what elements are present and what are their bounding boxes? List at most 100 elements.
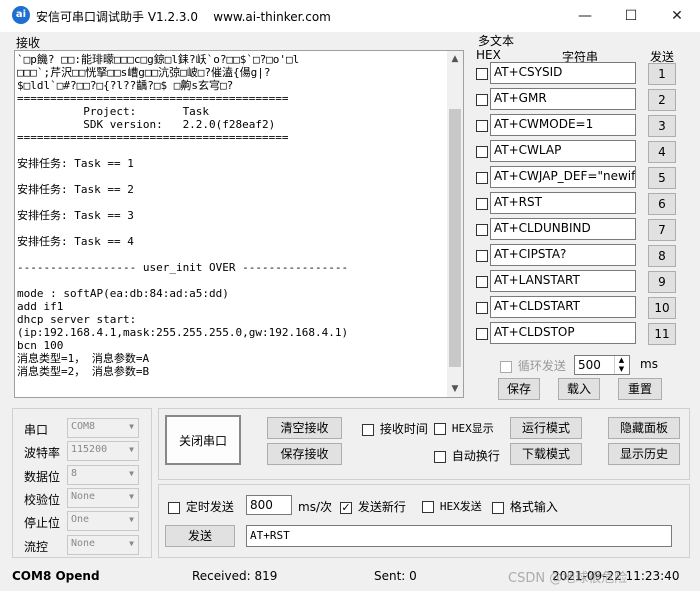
- sent-count: Sent: 0: [374, 569, 417, 583]
- save-button[interactable]: 保存: [498, 378, 540, 400]
- dropdown-arrow-icon: ▼: [129, 445, 134, 455]
- receive-textarea[interactable]: `□p饑? □□:能琲曚□□□c□g鍄□l銇?岆`o?□□$`□?□o'□l □…: [14, 50, 464, 398]
- show-history-button[interactable]: 显示历史: [608, 443, 680, 465]
- row-string-input[interactable]: AT+CLDSTART: [490, 296, 636, 318]
- send-newline-checkbox[interactable]: [340, 501, 352, 514]
- timed-send-option[interactable]: 定时发送: [168, 498, 234, 515]
- row-string-input[interactable]: AT+RST: [490, 192, 636, 214]
- row-hex-checkbox[interactable]: [476, 172, 488, 184]
- row-send-button[interactable]: 2: [648, 89, 676, 111]
- scroll-down-icon[interactable]: ▼: [447, 381, 463, 397]
- row-string-input[interactable]: AT+CIPSTA?: [490, 244, 636, 266]
- send-newline-option[interactable]: 发送新行: [340, 498, 406, 515]
- receive-content: `□p饑? □□:能琲曚□□□c□g鍄□l銇?岆`o?□□$`□?□o'□l □…: [17, 53, 349, 378]
- app-logo-icon: ai: [12, 6, 30, 24]
- row-send-button[interactable]: 11: [648, 323, 676, 345]
- send-button[interactable]: 发送: [165, 525, 235, 547]
- data-bits-select[interactable]: 8 ▼: [67, 464, 139, 485]
- minimize-button[interactable]: —: [562, 0, 608, 32]
- spinner-icon[interactable]: ▲ ▼: [614, 356, 628, 374]
- baud-rate-label: 波特率: [24, 446, 61, 461]
- parity-label: 校验位: [24, 492, 61, 507]
- row-hex-checkbox[interactable]: [476, 224, 488, 236]
- row-send-button[interactable]: 7: [648, 219, 676, 241]
- row-string-input[interactable]: AT+CWJAP_DEF="newifi_: [490, 166, 636, 188]
- dropdown-arrow-icon: ▼: [129, 491, 134, 501]
- scroll-up-icon[interactable]: ▲: [447, 51, 463, 67]
- row-hex-checkbox[interactable]: [476, 276, 488, 288]
- multi-text-row: AT+CLDSTOP 11: [474, 322, 686, 346]
- row-hex-checkbox[interactable]: [476, 250, 488, 262]
- format-input-checkbox[interactable]: [492, 501, 504, 514]
- port-select[interactable]: COM8 ▼: [67, 418, 139, 438]
- dropdown-arrow-icon: ▼: [129, 468, 134, 478]
- reset-button[interactable]: 重置: [618, 378, 662, 400]
- row-string-input[interactable]: AT+CWLAP: [490, 140, 636, 162]
- hide-panel-button[interactable]: 隐藏面板: [608, 417, 680, 439]
- hex-send-option[interactable]: HEX发送: [422, 498, 482, 514]
- receive-label: 接收: [16, 36, 41, 50]
- row-hex-checkbox[interactable]: [476, 146, 488, 158]
- multi-text-row: AT+CSYSID 1: [474, 62, 686, 86]
- receive-time-checkbox[interactable]: [362, 423, 374, 436]
- row-send-button[interactable]: 5: [648, 167, 676, 189]
- loop-unit-label: ms: [640, 357, 658, 371]
- title-bar: ai 安信可串口调试助手 V1.2.3.0 www.ai-thinker.com…: [0, 0, 700, 32]
- save-receive-button[interactable]: 保存接收: [267, 443, 342, 465]
- loop-send-row: 循环发送: [500, 357, 566, 374]
- loop-send-checkbox[interactable]: [500, 360, 512, 373]
- send-interval-input[interactable]: 800: [246, 495, 292, 515]
- multi-text-row: AT+CLDUNBIND 7: [474, 218, 686, 242]
- dropdown-arrow-icon: ▼: [129, 515, 134, 525]
- loop-send-label: 循环发送: [517, 359, 566, 373]
- clear-receive-button[interactable]: 清空接收: [267, 417, 342, 439]
- received-count: Received: 819: [192, 569, 278, 583]
- multi-text-row: AT+GMR 2: [474, 88, 686, 112]
- stop-bits-select[interactable]: One ▼: [67, 511, 139, 532]
- close-button[interactable]: ✕: [654, 0, 700, 32]
- row-send-button[interactable]: 10: [648, 297, 676, 319]
- auto-wrap-option[interactable]: 自动换行: [434, 447, 500, 464]
- row-hex-checkbox[interactable]: [476, 198, 488, 210]
- scroll-thumb[interactable]: [449, 109, 461, 367]
- hex-display-option[interactable]: HEX显示: [434, 420, 494, 436]
- row-hex-checkbox[interactable]: [476, 120, 488, 132]
- row-send-button[interactable]: 4: [648, 141, 676, 163]
- row-send-button[interactable]: 8: [648, 245, 676, 267]
- row-string-input[interactable]: AT+CLDUNBIND: [490, 218, 636, 240]
- baud-rate-select[interactable]: 115200 ▼: [67, 441, 139, 462]
- loop-interval-input[interactable]: 500 ▲ ▼: [574, 355, 630, 375]
- row-hex-checkbox[interactable]: [476, 94, 488, 106]
- row-string-input[interactable]: AT+CSYSID: [490, 62, 636, 84]
- dropdown-arrow-icon: ▼: [129, 422, 134, 431]
- close-port-button[interactable]: 关闭串口: [165, 415, 241, 465]
- row-string-input[interactable]: AT+GMR: [490, 88, 636, 110]
- row-send-button[interactable]: 6: [648, 193, 676, 215]
- auto-wrap-checkbox[interactable]: [434, 450, 446, 463]
- load-button[interactable]: 载入: [558, 378, 600, 400]
- multi-text-label: 多文本: [478, 34, 515, 48]
- row-string-input[interactable]: AT+LANSTART: [490, 270, 636, 292]
- receive-time-option[interactable]: 接收时间: [362, 420, 428, 437]
- send-text-input[interactable]: AT+RST: [246, 525, 672, 547]
- receive-scrollbar[interactable]: ▲ ▼: [447, 51, 463, 397]
- hex-display-checkbox[interactable]: [434, 422, 446, 435]
- row-send-button[interactable]: 1: [648, 63, 676, 85]
- run-mode-button[interactable]: 运行模式: [510, 417, 582, 439]
- row-string-input[interactable]: AT+CWMODE=1: [490, 114, 636, 136]
- multi-text-row: AT+CLDSTART 10: [474, 296, 686, 320]
- row-hex-checkbox[interactable]: [476, 302, 488, 314]
- row-send-button[interactable]: 9: [648, 271, 676, 293]
- download-mode-button[interactable]: 下载模式: [510, 443, 582, 465]
- row-hex-checkbox[interactable]: [476, 68, 488, 80]
- format-input-option[interactable]: 格式输入: [492, 498, 558, 515]
- flow-control-select[interactable]: None ▼: [67, 534, 139, 555]
- hex-send-checkbox[interactable]: [422, 500, 434, 513]
- timed-send-checkbox[interactable]: [168, 501, 180, 514]
- parity-select[interactable]: None ▼: [67, 487, 139, 508]
- multi-text-row: AT+CWJAP_DEF="newifi_ 5: [474, 166, 686, 190]
- row-string-input[interactable]: AT+CLDSTOP: [490, 322, 636, 344]
- maximize-button[interactable]: ☐: [608, 0, 654, 32]
- row-send-button[interactable]: 3: [648, 115, 676, 137]
- row-hex-checkbox[interactable]: [476, 328, 488, 340]
